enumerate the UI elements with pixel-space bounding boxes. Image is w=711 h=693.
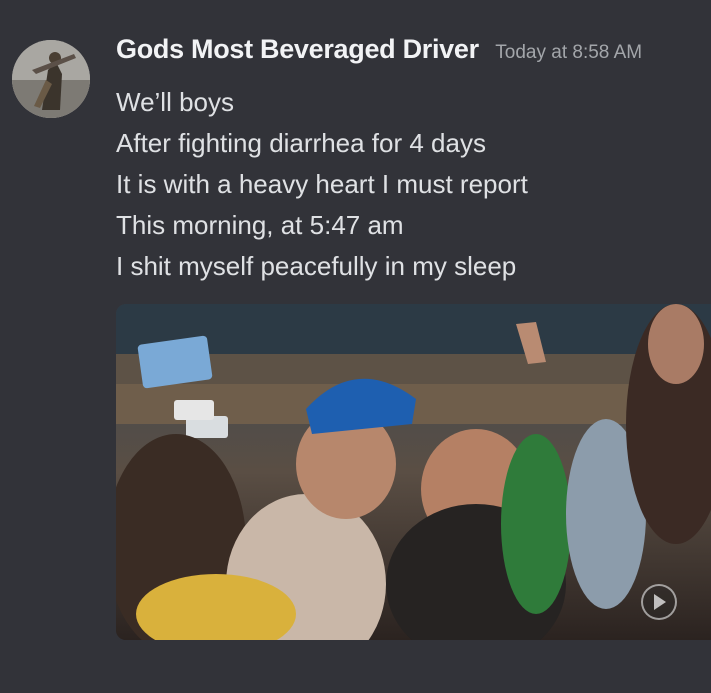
message-content: We’ll boys After fighting diarrhea for 4…	[116, 82, 528, 287]
avatar-image	[12, 40, 90, 118]
message-line: After fighting diarrhea for 4 days	[116, 128, 486, 158]
message-line: We’ll boys	[116, 87, 235, 117]
gif-attachment[interactable]	[116, 304, 711, 640]
message-line: It is with a heavy heart I must report	[116, 169, 528, 199]
concert-crowd-image	[116, 304, 711, 640]
play-icon[interactable]	[641, 584, 677, 620]
message-line: I shit myself peacefully in my sleep	[116, 251, 517, 281]
message-line: This morning, at 5:47 am	[116, 210, 404, 240]
chat-message: Gods Most Beveraged Driver Today at 8:58…	[0, 0, 711, 693]
message-timestamp[interactable]: Today at 8:58 AM	[495, 42, 642, 63]
username[interactable]: Gods Most Beveraged Driver	[116, 34, 479, 64]
message-header: Gods Most Beveraged Driver Today at 8:58…	[116, 34, 642, 65]
user-avatar-icon[interactable]	[12, 40, 90, 118]
